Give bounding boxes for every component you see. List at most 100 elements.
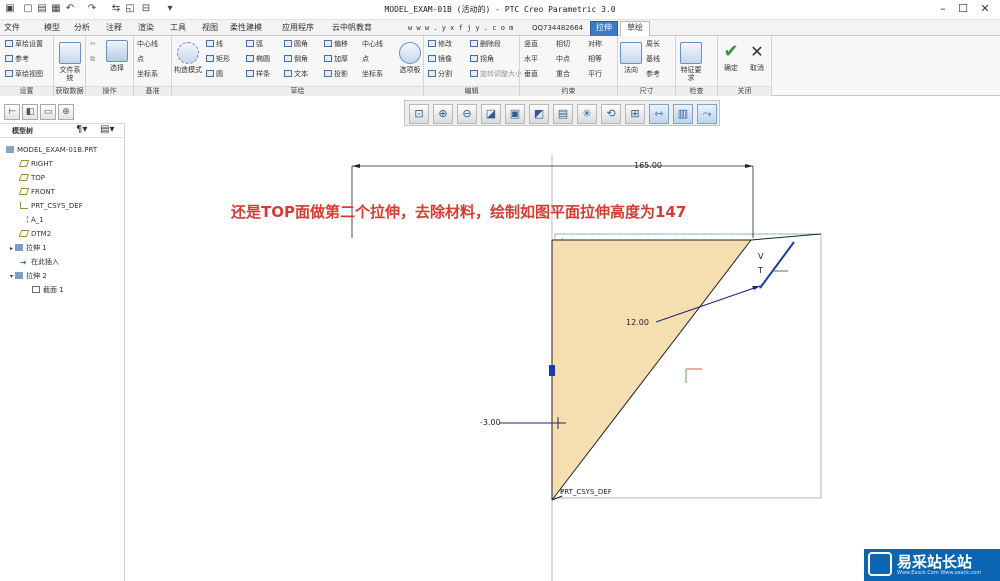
sketch-point-button[interactable]: 点 xyxy=(362,54,369,64)
spin-center-icon[interactable]: ⟲ xyxy=(601,104,621,124)
tree-node-dtm2[interactable]: DTM2 xyxy=(18,229,51,239)
datum-csys-button[interactable]: 坐标系 xyxy=(137,69,158,79)
rotate-resize-button[interactable]: 旋转调整大小 xyxy=(470,69,522,79)
tab-applications[interactable]: 应用程序 xyxy=(282,22,324,36)
tree-node-csys[interactable]: PRT_CSYS_DEF xyxy=(20,201,83,211)
tab-sketch[interactable]: 草绘 xyxy=(620,21,650,36)
equal-constraint-button[interactable]: 相等 xyxy=(588,54,602,64)
annotation-display-icon[interactable]: ⊞ xyxy=(625,104,645,124)
construction-mode-button[interactable]: 构造模式 xyxy=(174,42,202,74)
tree-node-front[interactable]: FRONT xyxy=(18,187,55,197)
display-style-icon[interactable]: ▣ xyxy=(505,104,525,124)
circle-button[interactable]: 圆 xyxy=(206,69,223,79)
saved-views-icon[interactable]: ◩ xyxy=(529,104,549,124)
dimension-display-icon[interactable]: ▥ xyxy=(673,104,693,124)
graphics-area[interactable]: 165.00 12.00 -3.00 PRT_CSYS_DEF V T xyxy=(126,126,1000,581)
delete-segment-button[interactable]: 删除段 xyxy=(470,39,501,49)
constraint-display-icon[interactable]: ⤳ xyxy=(697,104,717,124)
chamfer-button[interactable]: 倒角 xyxy=(284,54,308,64)
sketch-view-button[interactable]: 草绘视图 xyxy=(5,69,43,79)
datum-point-button[interactable]: 点 xyxy=(137,54,144,64)
tangent-constraint-button[interactable]: 相切 xyxy=(556,39,570,49)
close-icon[interactable]: ✕ xyxy=(978,2,992,15)
collapse-icon[interactable]: ▾ xyxy=(10,273,13,280)
references-button[interactable]: 参考 xyxy=(5,54,29,64)
fillet-button[interactable]: 圆角 xyxy=(284,39,308,49)
perimeter-button[interactable]: 周长 xyxy=(646,39,660,49)
datum-display-icon[interactable]: ✳ xyxy=(577,104,597,124)
diagonal-selected-segment[interactable] xyxy=(759,241,795,289)
expand-icon[interactable]: ▸ xyxy=(10,245,13,252)
refit-icon[interactable]: ⊡ xyxy=(409,104,429,124)
coincident-constraint-button[interactable]: 重合 xyxy=(556,69,570,79)
tree-node-section-1[interactable]: 截面 1 xyxy=(32,285,64,295)
repaint-icon[interactable]: ◪ xyxy=(481,104,501,124)
tree-node-axis[interactable]: A_1 xyxy=(20,215,44,225)
view-manager-icon[interactable]: ▤ xyxy=(553,104,573,124)
sketch-setup-button[interactable]: 草绘设置 xyxy=(5,39,43,49)
tab-view[interactable]: 视图 xyxy=(202,22,226,36)
tab-yunzhongfan[interactable]: 云中帆教育 xyxy=(332,22,384,36)
sketch-csys-button[interactable]: 坐标系 xyxy=(362,69,383,79)
tree-node-top[interactable]: TOP xyxy=(18,173,45,183)
file-system-button[interactable]: 文件系统 xyxy=(58,42,82,82)
ok-button[interactable]: ✔ 确定 xyxy=(720,42,742,73)
parallel-constraint-button[interactable]: 平行 xyxy=(588,69,602,79)
arc-button[interactable]: 弧 xyxy=(246,39,263,49)
dimension-165[interactable]: 165.00 xyxy=(634,161,662,170)
corner-button[interactable]: 拐角 xyxy=(470,54,494,64)
datum-centerline-button[interactable]: 中心线 xyxy=(137,39,158,49)
tab-file[interactable]: 文件 xyxy=(4,22,30,36)
feature-requirements-button[interactable]: 特征要求 xyxy=(678,42,704,82)
midpoint-constraint-button[interactable]: 中点 xyxy=(556,54,570,64)
ellipse-button[interactable]: 椭圆 xyxy=(246,54,270,64)
thicken-button[interactable]: 加厚 xyxy=(324,54,348,64)
dimension-12[interactable]: 12.00 xyxy=(626,318,649,327)
sketch-view-icon[interactable]: ⇿ xyxy=(649,104,669,124)
perpendicular-constraint-button[interactable]: 垂直 xyxy=(524,69,538,79)
tab-render[interactable]: 渲染 xyxy=(138,22,162,36)
cancel-button[interactable]: ✕ 取消 xyxy=(746,42,768,72)
layer-icon[interactable]: ◧ xyxy=(22,104,38,120)
tree-node-right[interactable]: RIGHT xyxy=(18,159,53,169)
copy-icon[interactable]: ⧉ xyxy=(90,54,95,64)
spline-button[interactable]: 样条 xyxy=(246,69,270,79)
tab-model[interactable]: 模型 xyxy=(44,22,68,36)
tab-annotate[interactable]: 注释 xyxy=(106,22,130,36)
offset-button[interactable]: 偏移 xyxy=(324,39,348,49)
tab-extrude[interactable]: 拉伸 xyxy=(590,21,618,36)
folder-icon[interactable]: ▭ xyxy=(40,104,56,120)
tree-node-part[interactable]: MODEL_EXAM-01B.PRT xyxy=(6,145,97,155)
tree-node-insert-here[interactable]: ➜ 在此插入 xyxy=(20,257,59,267)
tree-node-extrude-2[interactable]: ▾ 拉伸 2 xyxy=(10,271,47,282)
cut-icon[interactable]: ✂ xyxy=(90,39,96,49)
minimize-icon[interactable]: – xyxy=(936,2,950,15)
palette-button[interactable]: 选项板 xyxy=(398,42,422,74)
maximize-icon[interactable]: ☐ xyxy=(956,2,970,15)
sketch-edge-corner[interactable] xyxy=(750,233,822,241)
modify-button[interactable]: 修改 xyxy=(428,39,452,49)
tree-node-extrude-1[interactable]: ▸ 拉伸 1 xyxy=(10,243,47,254)
zoom-out-icon[interactable]: ⊖ xyxy=(457,104,477,124)
favorites-icon[interactable]: ⊕ xyxy=(58,104,74,120)
tree-toggle-icon[interactable]: ⊢ xyxy=(4,104,20,120)
horizontal-constraint-button[interactable]: 水平 xyxy=(524,54,538,64)
zoom-in-icon[interactable]: ⊕ xyxy=(433,104,453,124)
tab-analysis[interactable]: 分析 xyxy=(74,22,98,36)
text-button[interactable]: 文本 xyxy=(284,69,308,79)
tree-show-icon[interactable]: ▤▾ xyxy=(100,125,114,135)
mirror-button[interactable]: 镜像 xyxy=(428,54,452,64)
tab-flexible-modeling[interactable]: 柔性建模 xyxy=(230,22,276,36)
tab-tools[interactable]: 工具 xyxy=(170,22,194,36)
sketch-centerline-button[interactable]: 中心线 xyxy=(362,39,383,49)
baseline-button[interactable]: 基线 xyxy=(646,54,660,64)
dimension-minus-3[interactable]: -3.00 xyxy=(480,418,501,427)
sketch-svg[interactable] xyxy=(126,126,1000,581)
symmetric-constraint-button[interactable]: 对称 xyxy=(588,39,602,49)
vertical-constraint-marker[interactable] xyxy=(549,365,555,376)
line-button[interactable]: 线 xyxy=(206,39,223,49)
rectangle-button[interactable]: 矩形 xyxy=(206,54,230,64)
tree-settings-icon[interactable]: ¶▾ xyxy=(76,125,87,135)
project-button[interactable]: 投影 xyxy=(324,69,348,79)
reference-dim-button[interactable]: 参考 xyxy=(646,69,660,79)
